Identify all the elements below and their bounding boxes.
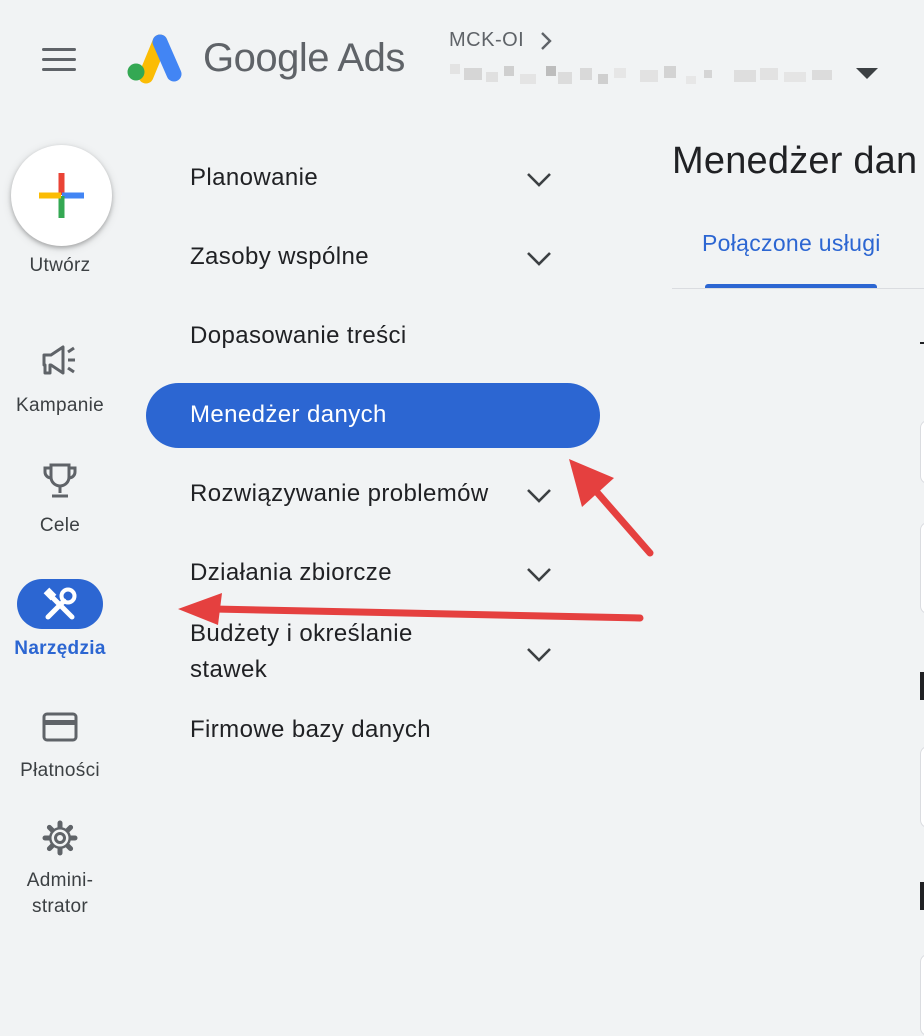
rail-label-tools: Narzędzia (14, 638, 106, 659)
submenu-label: Planowanie (190, 164, 319, 191)
gear-icon (42, 820, 78, 856)
rail-item-campaigns[interactable]: Kampanie (0, 338, 120, 418)
submenu-label: Firmowe bazy danych (190, 716, 432, 743)
rail-label-admin-line2: strator (32, 896, 88, 917)
hamburger-menu-icon[interactable] (40, 44, 80, 76)
navigation-rail: Utwórz Kampanie Cele Narzędzia Płatności… (0, 110, 125, 1012)
submenu-item-troubleshooting[interactable]: Rozwiązywanie problemów (146, 456, 600, 516)
chevron-down-icon (527, 252, 551, 266)
rail-label-billing: Płatności (20, 760, 100, 781)
rail-item-goals[interactable]: Cele (0, 460, 120, 540)
google-ads-logo-icon (127, 34, 182, 84)
submenu-item-planning[interactable]: Planowanie (146, 140, 600, 200)
submenu-label: Menedżer danych (190, 401, 387, 428)
account-breadcrumb[interactable]: MCK-OI (449, 29, 524, 52)
megaphone-icon (42, 345, 75, 375)
submenu-label: Rozwiązywanie problemów (190, 480, 489, 507)
content-fragment (920, 882, 924, 910)
account-dropdown-caret-icon[interactable] (856, 68, 878, 80)
trophy-icon (43, 463, 77, 498)
account-name-redacted (450, 64, 832, 84)
submenu-item-shared-library[interactable]: Zasoby wspólne (146, 219, 600, 279)
content-card-edge (920, 954, 924, 1036)
main-content: Menedżer dan Połączone usługi (672, 110, 924, 1036)
submenu-label-line2: stawek (190, 656, 268, 683)
top-bar: Google Ads MCK-OI (0, 0, 924, 110)
content-card-edge (920, 746, 924, 828)
create-label: Utwórz (29, 255, 91, 276)
create-button[interactable] (11, 145, 112, 246)
chevron-right-icon (541, 32, 552, 50)
tab-connected-services[interactable]: Połączone usługi (702, 230, 881, 257)
rail-label-goals: Cele (39, 515, 81, 536)
tools-icon (43, 587, 77, 620)
chevron-down-icon (527, 173, 551, 187)
brand-name: Google Ads (203, 36, 405, 80)
submenu-label: Działania zbiorcze (190, 559, 392, 586)
submenu-item-budgets-bidding[interactable]: Budżety i określanie stawek (146, 614, 600, 694)
submenu-label: Budżety i określanie (190, 620, 413, 647)
credit-card-icon (42, 712, 78, 742)
submenu-item-bulk-actions[interactable]: Działania zbiorcze (146, 535, 600, 595)
content-fragment (920, 672, 924, 700)
chevron-down-icon (527, 489, 551, 503)
rail-item-admin[interactable]: Admini- strator (0, 818, 120, 928)
content-card-edge (920, 522, 924, 614)
chevron-down-icon (527, 648, 551, 662)
submenu-item-business-data[interactable]: Firmowe bazy danych (146, 702, 600, 762)
submenu-label: Dopasowanie treści (190, 322, 407, 349)
rail-label-campaigns: Kampanie (16, 395, 104, 416)
submenu-item-data-manager[interactable]: Menedżer danych (146, 383, 600, 448)
rail-item-tools[interactable] (17, 579, 103, 629)
chevron-down-icon (527, 568, 551, 582)
submenu-item-content-suitability[interactable]: Dopasowanie treści (146, 298, 600, 358)
submenu-label: Zasoby wspólne (190, 243, 370, 270)
rail-item-billing[interactable]: Płatności (0, 708, 120, 788)
page-title: Menedżer dan (672, 140, 918, 182)
tab-divider (672, 288, 924, 289)
content-card-edge (920, 420, 924, 484)
content-fragment (920, 342, 924, 344)
annotation-arrow-to-data-manager (591, 486, 654, 557)
plus-icon (39, 173, 84, 218)
rail-label-admin-line1: Admini- (26, 870, 94, 891)
